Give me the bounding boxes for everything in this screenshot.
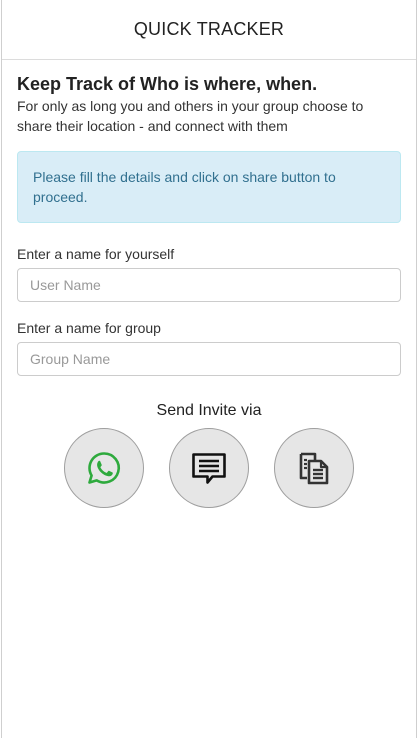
message-share-button[interactable]	[169, 428, 249, 508]
invite-title: Send Invite via	[156, 402, 262, 419]
user-name-input[interactable]	[17, 268, 401, 302]
whatsapp-icon	[88, 452, 120, 484]
app-header: QUICK TRACKER	[2, 0, 416, 60]
alert-message: Please fill the details and click on sha…	[33, 169, 336, 205]
app-frame: QUICK TRACKER Keep Track of Who is where…	[1, 0, 417, 738]
group-name-label: Enter a name for group	[17, 320, 161, 336]
main-content: Keep Track of Who is where, when. For on…	[2, 60, 416, 508]
intro-headline: Keep Track of Who is where, when.	[17, 74, 318, 94]
app-title: QUICK TRACKER	[133, 19, 285, 39]
intro-subtext: For only as long you and others in your …	[17, 98, 364, 134]
info-alert: Please fill the details and click on sha…	[17, 151, 401, 223]
copy-link-button[interactable]	[274, 428, 354, 508]
copy-icon	[299, 452, 329, 485]
message-icon	[192, 453, 226, 484]
invite-buttons	[17, 428, 401, 508]
group-name-input[interactable]	[17, 342, 401, 376]
whatsapp-share-button[interactable]	[64, 428, 144, 508]
user-name-label: Enter a name for yourself	[17, 246, 175, 262]
